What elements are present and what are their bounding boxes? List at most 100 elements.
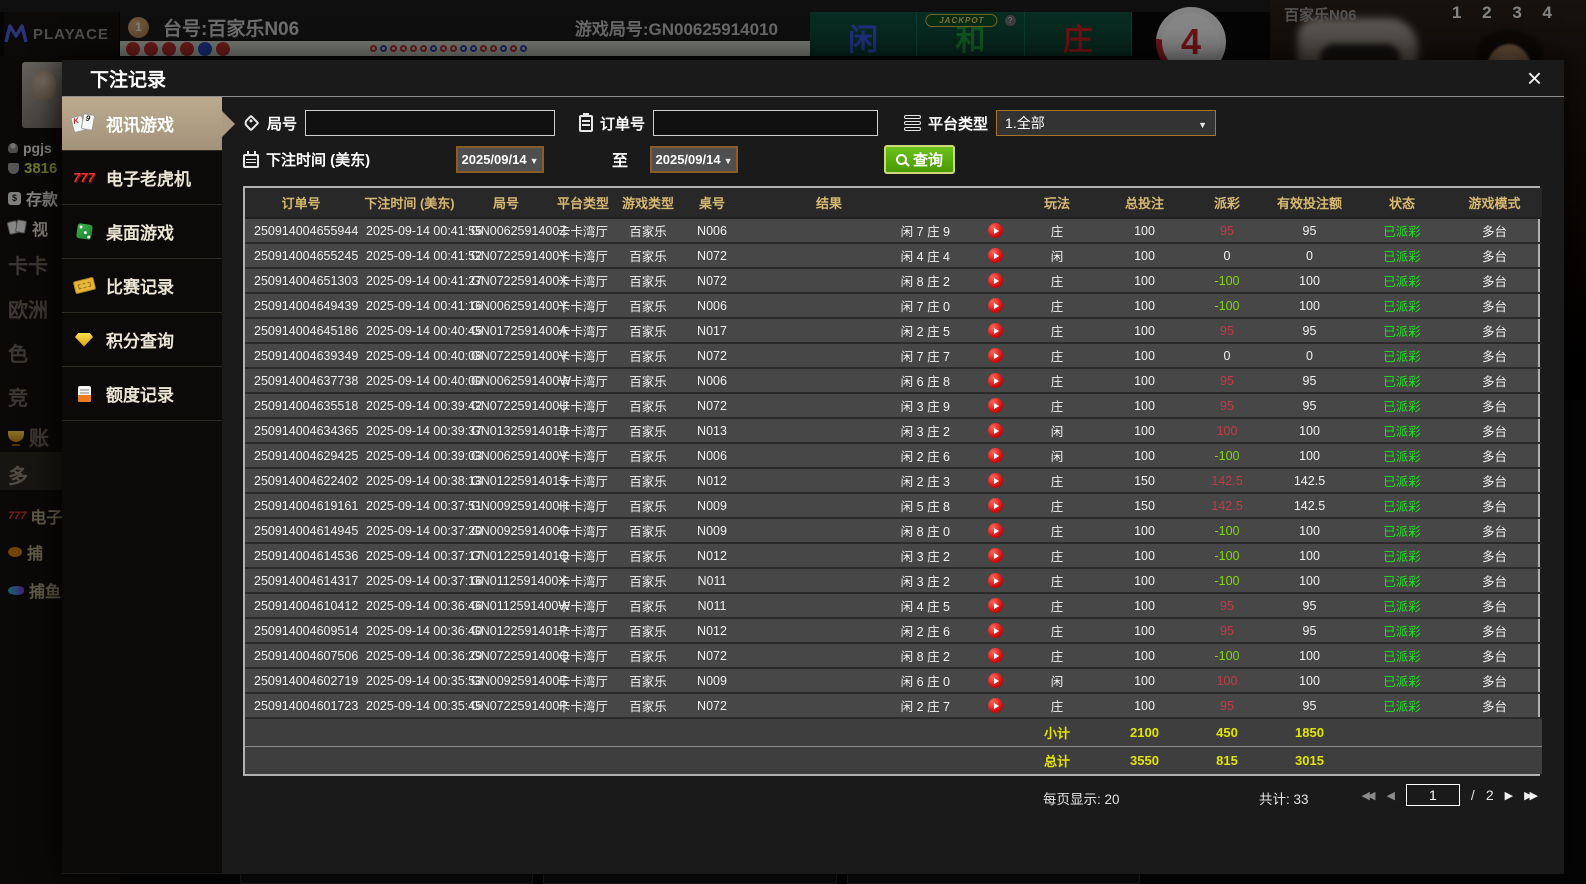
ticket-icon bbox=[72, 277, 96, 295]
cell-order-id: 250914004614317 bbox=[245, 568, 357, 593]
replay-play-icon[interactable] bbox=[988, 373, 1003, 388]
cell-mode: 多台 bbox=[1447, 343, 1542, 368]
table-row: 2509140046145362025-09-14 00:37:17GN0122… bbox=[245, 543, 1542, 568]
cell-total-bet: 100 bbox=[1097, 593, 1192, 618]
modal-content: 局号 订单号 平台类型 1.全部 下注时间 (美东) 2025/09/14 bbox=[222, 97, 1564, 873]
replay-play-icon[interactable] bbox=[988, 448, 1003, 463]
cell-result: 闲 8 庄 2 bbox=[744, 643, 1017, 668]
cell-valid-bet: 95 bbox=[1262, 318, 1357, 343]
menu-item-match-records[interactable]: 比赛记录 bbox=[62, 259, 222, 313]
cell-table-no: N006 bbox=[680, 218, 744, 243]
cell-round-id: GN0092591400E bbox=[462, 668, 550, 693]
replay-play-icon[interactable] bbox=[988, 648, 1003, 663]
cell-total-bet: 100 bbox=[1097, 243, 1192, 268]
cell-bet-time: 2025-09-14 00:36:40 bbox=[357, 618, 462, 643]
replay-play-icon[interactable] bbox=[988, 223, 1003, 238]
cell-valid-bet: 95 bbox=[1262, 618, 1357, 643]
search-button[interactable]: 查询 bbox=[884, 145, 955, 174]
cell-payout: -100 bbox=[1192, 268, 1262, 293]
cell-status: 已派彩 bbox=[1357, 343, 1447, 368]
replay-play-icon[interactable] bbox=[988, 473, 1003, 488]
replay-play-icon[interactable] bbox=[988, 398, 1003, 413]
cell-status: 已派彩 bbox=[1357, 368, 1447, 393]
cell-status: 已派彩 bbox=[1357, 268, 1447, 293]
table-row: 2509140046149452025-09-14 00:37:20GN0092… bbox=[245, 518, 1542, 543]
replay-play-icon[interactable] bbox=[988, 623, 1003, 638]
cell-round-id: GN0122591401S bbox=[462, 468, 550, 493]
cell-status: 已派彩 bbox=[1357, 443, 1447, 468]
cell-game-type: 百家乐 bbox=[616, 568, 680, 593]
menu-item-points-query[interactable]: 积分查询 bbox=[62, 313, 222, 367]
replay-play-icon[interactable] bbox=[988, 273, 1003, 288]
replay-play-icon[interactable] bbox=[988, 248, 1003, 263]
cell-play: 庄 bbox=[1017, 643, 1097, 668]
cell-valid-bet: 100 bbox=[1262, 518, 1357, 543]
platform-select[interactable]: 1.全部 bbox=[996, 110, 1216, 136]
cell-payout: 95 bbox=[1192, 618, 1262, 643]
table-row: 2509140046355182025-09-14 00:39:42GN0722… bbox=[245, 393, 1542, 418]
last-page-icon[interactable]: ▶▶ bbox=[1524, 789, 1538, 802]
close-icon[interactable]: × bbox=[1527, 62, 1542, 94]
replay-play-icon[interactable] bbox=[988, 548, 1003, 563]
replay-play-icon[interactable] bbox=[988, 423, 1003, 438]
total-payout: 815 bbox=[1192, 746, 1262, 774]
replay-play-icon[interactable] bbox=[988, 698, 1003, 713]
replay-play-icon[interactable] bbox=[988, 498, 1003, 513]
modal-title-bar: 下注记录 × bbox=[62, 60, 1564, 97]
total-valid-bet: 3015 bbox=[1262, 746, 1357, 774]
col-mode: 游戏模式 bbox=[1447, 188, 1542, 218]
cell-bet-time: 2025-09-14 00:37:17 bbox=[357, 543, 462, 568]
cell-bet-time: 2025-09-14 00:41:27 bbox=[357, 268, 462, 293]
replay-play-icon[interactable] bbox=[988, 523, 1003, 538]
cell-table-no: N072 bbox=[680, 693, 744, 718]
calendar-icon bbox=[243, 154, 259, 168]
cell-platform: 卡卡湾厅 bbox=[550, 293, 616, 318]
next-page-icon[interactable]: ▶ bbox=[1505, 789, 1513, 802]
cell-game-type: 百家乐 bbox=[616, 243, 680, 268]
cell-mode: 多台 bbox=[1447, 443, 1542, 468]
menu-item-credit-records[interactable]: 额度记录 bbox=[62, 367, 222, 421]
cell-table-no: N072 bbox=[680, 268, 744, 293]
cell-valid-bet: 100 bbox=[1262, 668, 1357, 693]
total-label: 总计 bbox=[1017, 746, 1097, 774]
replay-play-icon[interactable] bbox=[988, 348, 1003, 363]
replay-play-icon[interactable] bbox=[988, 673, 1003, 688]
cell-game-type: 百家乐 bbox=[616, 543, 680, 568]
order-input[interactable] bbox=[653, 110, 878, 136]
cell-status: 已派彩 bbox=[1357, 618, 1447, 643]
round-input[interactable] bbox=[305, 110, 555, 136]
cell-play: 闲 bbox=[1017, 243, 1097, 268]
replay-play-icon[interactable] bbox=[988, 598, 1003, 613]
menu-item-video-games[interactable]: 视讯游戏 bbox=[62, 97, 222, 151]
first-page-icon[interactable]: ◀◀ bbox=[1362, 789, 1376, 802]
cell-payout: -100 bbox=[1192, 543, 1262, 568]
cell-round-id: GN0122591401Q bbox=[462, 543, 550, 568]
prev-page-icon[interactable]: ◀ bbox=[1386, 789, 1394, 802]
modal-title: 下注记录 bbox=[90, 65, 166, 92]
replay-play-icon[interactable] bbox=[988, 298, 1003, 313]
cell-platform: 卡卡湾厅 bbox=[550, 318, 616, 343]
date-from-picker[interactable]: 2025/09/14 bbox=[456, 146, 544, 173]
cell-status: 已派彩 bbox=[1357, 693, 1447, 718]
cards-icon bbox=[72, 114, 96, 134]
cell-valid-bet: 95 bbox=[1262, 218, 1357, 243]
cell-platform: 卡卡湾厅 bbox=[550, 618, 616, 643]
cell-mode: 多台 bbox=[1447, 218, 1542, 243]
cell-total-bet: 100 bbox=[1097, 443, 1192, 468]
page-number-input[interactable] bbox=[1406, 784, 1460, 806]
cell-total-bet: 100 bbox=[1097, 293, 1192, 318]
replay-play-icon[interactable] bbox=[988, 323, 1003, 338]
col-round-id: 局号 bbox=[462, 188, 550, 218]
cell-order-id: 250914004607506 bbox=[245, 643, 357, 668]
menu-item-slots[interactable]: 电子老虎机 bbox=[62, 151, 222, 205]
search-icon bbox=[896, 154, 907, 165]
cell-mode: 多台 bbox=[1447, 543, 1542, 568]
cell-status: 已派彩 bbox=[1357, 518, 1447, 543]
cell-platform: 卡卡湾厅 bbox=[550, 643, 616, 668]
menu-item-table-games[interactable]: 桌面游戏 bbox=[62, 205, 222, 259]
subtotal-valid-bet: 1850 bbox=[1262, 718, 1357, 746]
cell-result: 闲 6 庄 8 bbox=[744, 368, 1017, 393]
replay-play-icon[interactable] bbox=[988, 573, 1003, 588]
date-to-picker[interactable]: 2025/09/14 bbox=[650, 146, 738, 173]
bet-records-table: 订单号 下注时间 (美东) 局号 平台类型 游戏类型 桌号 结果 玩法 总投注 … bbox=[243, 186, 1540, 776]
